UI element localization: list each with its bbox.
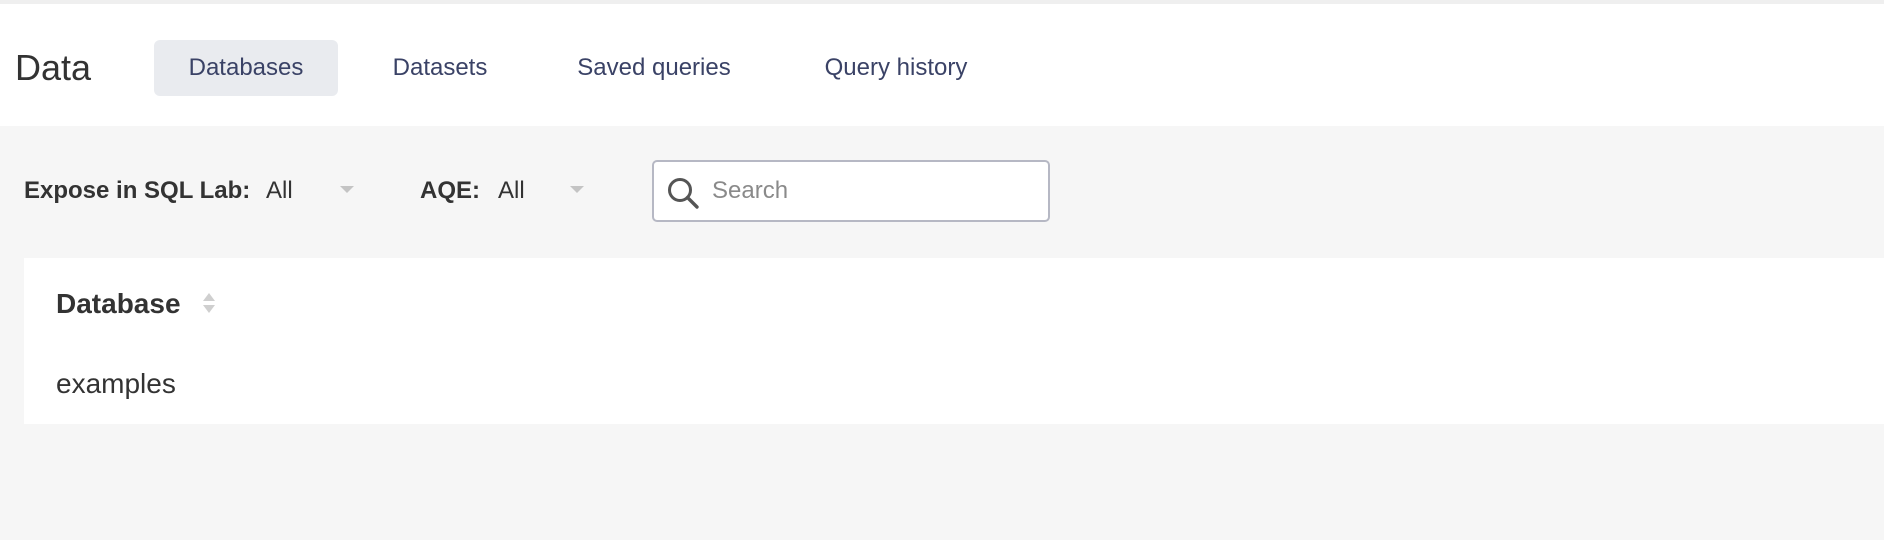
chevron-down-icon	[340, 186, 354, 193]
databases-table: Database examples	[24, 258, 1884, 424]
aqe-value: All	[498, 177, 525, 204]
chevron-down-icon	[570, 186, 584, 193]
tab-databases[interactable]: Databases	[154, 40, 338, 96]
database-name-cell[interactable]: examples	[56, 364, 176, 404]
aqe-select[interactable]: All	[498, 168, 598, 214]
aqe-label: AQE:	[420, 177, 480, 204]
search-input[interactable]	[712, 166, 1032, 216]
page-title: Data	[15, 47, 92, 88]
sort-icon	[202, 293, 215, 315]
tab-saved-queries[interactable]: Saved queries	[560, 40, 748, 96]
column-header-database[interactable]: Database	[56, 284, 215, 324]
tab-query-history[interactable]: Query history	[800, 40, 992, 96]
tab-datasets[interactable]: Datasets	[372, 40, 508, 96]
search-icon	[668, 178, 699, 209]
expose-in-sql-lab-value: All	[266, 177, 293, 204]
table-row[interactable]: examples	[24, 354, 1884, 414]
search-box[interactable]	[652, 160, 1050, 222]
expose-in-sql-lab-label: Expose in SQL Lab:	[24, 177, 251, 204]
expose-in-sql-lab-select[interactable]: All	[266, 168, 366, 214]
page-header: Data Databases Datasets Saved queries Qu…	[0, 4, 1884, 126]
column-header-label: Database	[56, 288, 181, 319]
